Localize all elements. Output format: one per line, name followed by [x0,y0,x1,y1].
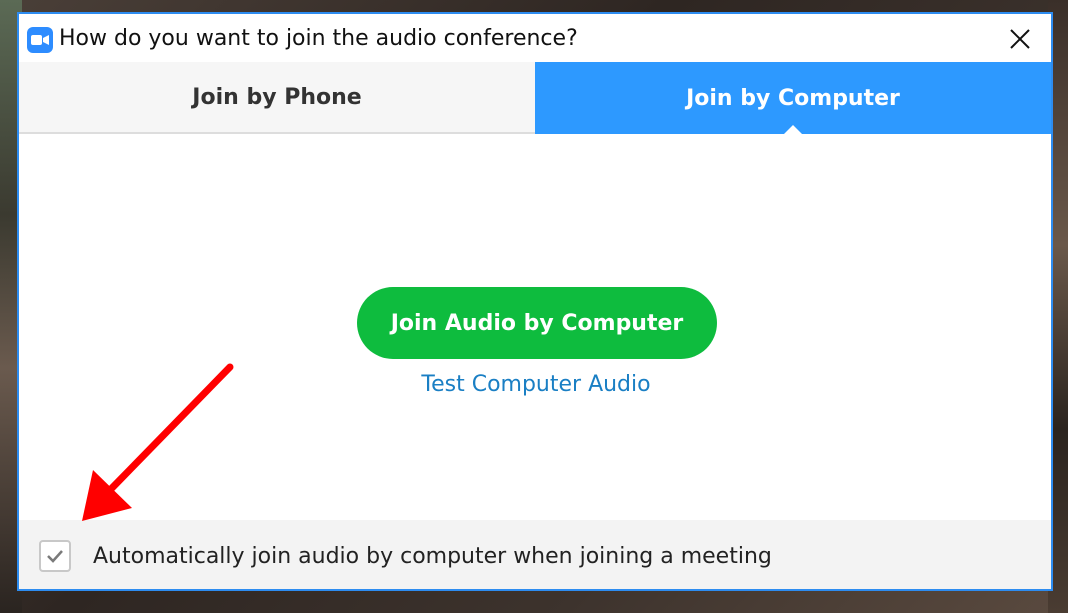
tab-label: Join by Phone [192,84,362,110]
close-icon [1010,29,1030,49]
join-audio-button[interactable]: Join Audio by Computer [357,287,717,359]
join-method-tabs: Join by Phone Join by Computer [19,62,1051,135]
tab-join-by-computer[interactable]: Join by Computer [535,62,1051,135]
tab-join-by-phone[interactable]: Join by Phone [19,62,535,134]
computer-audio-panel: Join Audio by Computer Test Computer Aud… [19,134,1051,520]
dialog-title: How do you want to join the audio confer… [59,26,578,51]
audio-join-dialog: How do you want to join the audio confer… [17,12,1053,591]
close-button[interactable] [1003,22,1037,56]
auto-join-label[interactable]: Automatically join audio by computer whe… [93,544,772,569]
auto-join-checkbox[interactable] [39,540,71,572]
test-audio-link: Test Computer Audio [19,372,1051,397]
dialog-footer: Automatically join audio by computer whe… [19,520,1051,589]
checkmark-icon [47,550,63,563]
zoom-camera-icon [27,27,53,53]
test-audio-link-text[interactable]: Test Computer Audio [421,372,650,397]
dialog-titlebar: How do you want to join the audio confer… [19,14,1051,62]
tab-label: Join by Computer [686,85,900,111]
